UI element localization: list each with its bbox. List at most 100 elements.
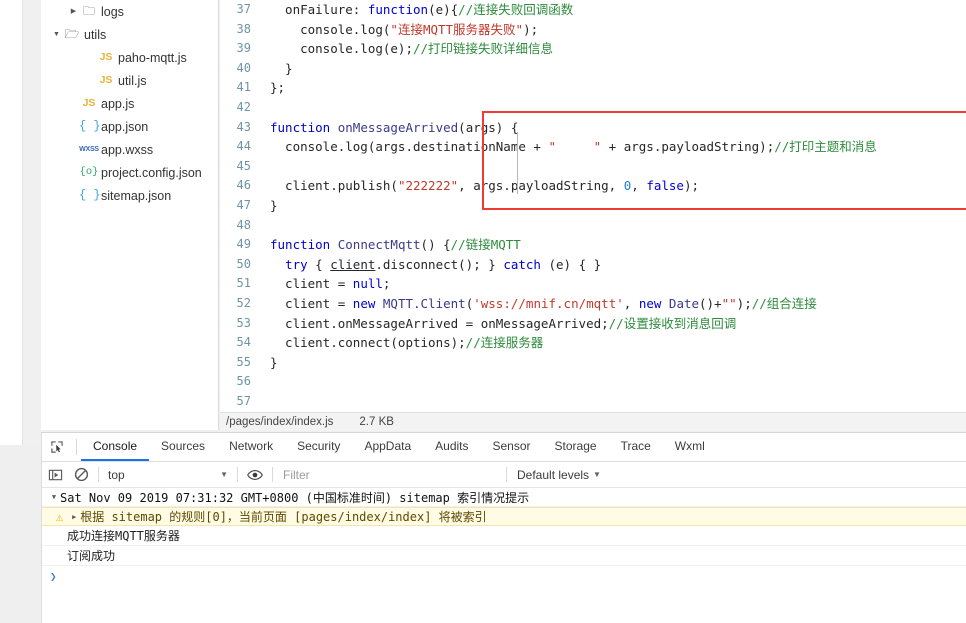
console-toolbar: top ▼ Filter Default levels ▼	[42, 462, 966, 488]
devtools-tab-storage[interactable]: Storage	[543, 433, 609, 461]
tree-item-label: sitemap.json	[101, 188, 172, 203]
line-number: 47	[236, 197, 251, 212]
code-line[interactable]: 52 client = new MQTT.Client('wss://mnif.…	[220, 294, 966, 314]
code-token: function	[270, 237, 331, 253]
code-line[interactable]: 48	[220, 216, 966, 236]
code-line[interactable]: 37 onFailure: function(e){//连接失败回调函数	[220, 0, 966, 20]
devtools-tab-appdata[interactable]: AppData	[352, 433, 423, 461]
code-token: client.onMessageArrived = onMessageArriv…	[270, 315, 609, 331]
code-token: (e) { }	[540, 256, 602, 272]
code-text: }	[262, 196, 278, 216]
tree-item-utils[interactable]: ▼ 🗁 utils	[41, 23, 218, 46]
tree-item-app-wxss[interactable]: WXSS app.wxss	[41, 138, 218, 161]
line-number: 46	[236, 178, 251, 193]
tree-item-logs[interactable]: ▶ 🗀 logs	[41, 0, 218, 23]
console-log-message[interactable]: 成功连接MQTT服务器	[42, 526, 966, 546]
devtools-tab-sources[interactable]: Sources	[149, 433, 217, 461]
line-number: 51	[236, 276, 251, 291]
tree-item-label: app.wxss	[101, 142, 154, 157]
code-text: function ConnectMqtt() {//链接MQTT	[262, 235, 521, 255]
devtools-tab-console[interactable]: Console	[81, 433, 150, 461]
code-token: ""	[721, 295, 737, 311]
line-number: 45	[236, 158, 251, 173]
devtools-tab-label: Network	[229, 439, 274, 453]
js-file-icon: JS	[82, 97, 96, 109]
status-file-path: /pages/index/index.js	[226, 416, 334, 428]
chevron-down-icon: ▼	[220, 470, 228, 479]
code-token: );	[683, 178, 700, 194]
console-filter-input[interactable]: Filter	[277, 465, 502, 485]
console-log-message[interactable]: 订阅成功	[42, 546, 966, 566]
code-line[interactable]: 57	[220, 392, 966, 412]
console-message-list[interactable]: ▼ Sat Nov 09 2019 07:31:32 GMT+0800 (中国标准…	[42, 488, 966, 586]
clear-console-icon[interactable]	[68, 462, 94, 488]
tree-item-paho-mqtt-js[interactable]: JS paho-mqtt.js	[41, 46, 218, 69]
toolbar-divider-2	[237, 467, 238, 482]
code-line[interactable]: 38 console.log("连接MQTT服务器失败");	[220, 20, 966, 40]
code-line[interactable]: 46 client.publish("222222", args.payload…	[220, 176, 966, 196]
devtools-tab-trace[interactable]: Trace	[609, 433, 663, 461]
code-line[interactable]: 45	[220, 157, 966, 177]
devtools-tab-label: Trace	[620, 439, 651, 453]
line-number: 52	[236, 295, 251, 310]
code-line[interactable]: 50 try { client.disconnect(); } catch (e…	[220, 255, 966, 275]
tree-item-label: utils	[84, 27, 107, 42]
code-line[interactable]: 43 function onMessageArrived(args) {	[220, 118, 966, 138]
tree-item-sitemap-json[interactable]: { } sitemap.json	[41, 184, 218, 207]
code-token: catch	[503, 256, 541, 272]
code-line[interactable]: 44 console.log(args.destinationName + " …	[220, 137, 966, 157]
chevron-right-icon[interactable]: ▶	[68, 513, 80, 521]
indent-guide	[517, 132, 518, 194]
devtools-tab-label: Console	[93, 439, 138, 453]
code-line[interactable]: 47}	[220, 196, 966, 216]
devtools-tab-audits[interactable]: Audits	[423, 433, 480, 461]
execute-step-icon[interactable]	[42, 462, 68, 488]
chevron-down-icon[interactable]: ▼	[51, 23, 62, 46]
code-line[interactable]: 53 client.onMessageArrived = onMessageAr…	[220, 314, 966, 334]
devtools-tab-security[interactable]: Security	[285, 433, 352, 461]
code-token: () {	[420, 237, 451, 253]
file-tree-sidebar[interactable]: ▶ 🗀 logs ▼ 🗁 utils JS paho-mqtt.js JS util.js JS ap…	[41, 0, 219, 430]
code-line[interactable]: 40 }	[220, 59, 966, 79]
devtools-tab-sensor[interactable]: Sensor	[481, 433, 543, 461]
code-lines[interactable]: 37 onFailure: function(e){//连接失败回调函数 38 c…	[220, 0, 966, 430]
execution-context-select[interactable]: top ▼	[103, 465, 233, 485]
code-line[interactable]: 39 console.log(e);//打印链接失败详细信息	[220, 39, 966, 59]
chevron-down-icon[interactable]: ▼	[48, 493, 60, 501]
devtools-window: ▶ 🗀 logs ▼ 🗁 utils JS paho-mqtt.js JS util.js JS ap…	[0, 0, 966, 623]
tree-item-label: project.config.json	[101, 165, 202, 180]
devtools-tab-wxml[interactable]: Wxml	[663, 433, 717, 461]
code-text: }	[262, 353, 278, 373]
code-editor[interactable]: 37 onFailure: function(e){//连接失败回调函数 38 c…	[220, 0, 966, 430]
console-group-header[interactable]: ▼ Sat Nov 09 2019 07:31:32 GMT+0800 (中国标准…	[42, 488, 966, 507]
code-line[interactable]: 54 client.connect(options);//连接服务器	[220, 333, 966, 353]
code-line[interactable]: 41};	[220, 78, 966, 98]
devtools-tab-network[interactable]: Network	[217, 433, 285, 461]
console-prompt[interactable]: ❯	[42, 566, 966, 586]
log-level-select[interactable]: Default levels ▼	[511, 468, 607, 482]
line-number: 56	[236, 374, 251, 389]
code-line[interactable]: 49 function ConnectMqtt() {//链接MQTT	[220, 235, 966, 255]
chevron-right-icon[interactable]: ▶	[68, 0, 79, 23]
code-line[interactable]: 51 client = null;	[220, 274, 966, 294]
tree-item-util-js[interactable]: JS util.js	[41, 69, 218, 92]
code-text: function onMessageArrived(args) {	[262, 118, 518, 138]
line-number: 38	[236, 21, 251, 36]
code-token: (args) {	[458, 119, 519, 135]
live-expression-icon[interactable]	[242, 462, 268, 488]
devtools-tab-label: Audits	[435, 439, 469, 453]
code-line[interactable]: 42	[220, 98, 966, 118]
code-line[interactable]: 55}	[220, 353, 966, 373]
code-text: onFailure: function(e){//连接失败回调函数	[262, 0, 573, 20]
inspect-element-icon[interactable]	[42, 433, 72, 461]
tree-item-project-config-json[interactable]: {o} project.config.json	[41, 161, 218, 184]
tree-item-app-js[interactable]: JS app.js	[41, 92, 218, 115]
code-text: try { client.disconnect(); } catch (e) {…	[262, 255, 601, 275]
tree-item-app-json[interactable]: { } app.json	[41, 115, 218, 138]
code-token: try	[285, 256, 308, 272]
code-line[interactable]: 56	[220, 372, 966, 392]
code-token: }	[270, 197, 278, 213]
console-warning-message[interactable]: ⚠ ▶ 根据 sitemap 的规则[0]，当前页面 [pages/index/in…	[42, 507, 966, 526]
json-file-icon: { }	[79, 119, 101, 133]
